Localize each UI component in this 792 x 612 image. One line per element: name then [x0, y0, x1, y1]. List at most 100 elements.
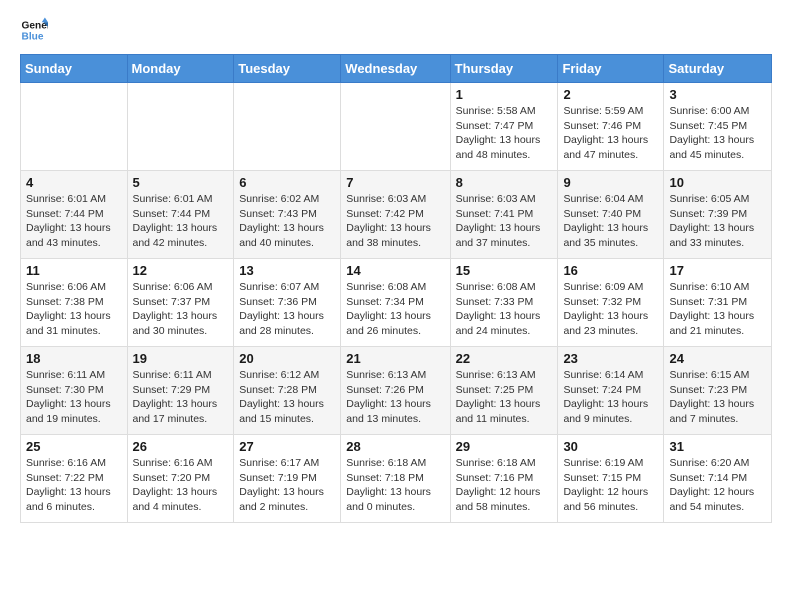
day-cell: 20 Sunrise: 6:12 AMSunset: 7:28 PMDayligh… [234, 347, 341, 435]
day-number: 15 [456, 263, 553, 278]
day-cell: 27Sunrise: 6:17 AMSunset: 7:19 PMDayligh… [234, 435, 341, 523]
day-number: 19 [133, 351, 229, 366]
day-cell: 3 Sunrise: 6:00 AMSunset: 7:45 PMDaylight… [664, 83, 772, 171]
day-cell: 14 Sunrise: 6:08 AMSunset: 7:34 PMDayligh… [341, 259, 450, 347]
day-info: Sunrise: 6:09 AMSunset: 7:32 PMDaylight:… [563, 280, 658, 339]
day-cell: 24 Sunrise: 6:15 AMSunset: 7:23 PMDayligh… [664, 347, 772, 435]
day-cell: 17Sunrise: 6:10 AMSunset: 7:31 PMDayligh… [664, 259, 772, 347]
week-row-3: 11 Sunrise: 6:06 AMSunset: 7:38 PMDayligh… [21, 259, 772, 347]
day-number: 12 [133, 263, 229, 278]
day-info: Sunrise: 6:18 AMSunset: 7:18 PMDaylight:… [346, 456, 444, 515]
week-row-5: 25 Sunrise: 6:16 AMSunset: 7:22 PMDayligh… [21, 435, 772, 523]
day-cell: 10Sunrise: 6:05 AMSunset: 7:39 PMDayligh… [664, 171, 772, 259]
day-info: Sunrise: 6:13 AMSunset: 7:26 PMDaylight:… [346, 368, 444, 427]
day-number: 29 [456, 439, 553, 454]
day-number: 22 [456, 351, 553, 366]
week-row-4: 18Sunrise: 6:11 AMSunset: 7:30 PMDayligh… [21, 347, 772, 435]
day-info: Sunrise: 6:17 AMSunset: 7:19 PMDaylight:… [239, 456, 335, 515]
logo-icon: General Blue [20, 16, 48, 44]
day-cell: 4 Sunrise: 6:01 AMSunset: 7:44 PMDaylight… [21, 171, 128, 259]
week-row-2: 4 Sunrise: 6:01 AMSunset: 7:44 PMDaylight… [21, 171, 772, 259]
day-info: Sunrise: 6:08 AMSunset: 7:34 PMDaylight:… [346, 280, 444, 339]
header-row: SundayMondayTuesdayWednesdayThursdayFrid… [21, 55, 772, 83]
day-cell: 16 Sunrise: 6:09 AMSunset: 7:32 PMDayligh… [558, 259, 664, 347]
day-number: 6 [239, 175, 335, 190]
day-number: 5 [133, 175, 229, 190]
day-number: 14 [346, 263, 444, 278]
day-cell: 9 Sunrise: 6:04 AMSunset: 7:40 PMDaylight… [558, 171, 664, 259]
day-cell: 2Sunrise: 5:59 AMSunset: 7:46 PMDaylight… [558, 83, 664, 171]
day-info: Sunrise: 6:11 AMSunset: 7:30 PMDaylight:… [26, 368, 122, 427]
day-info: Sunrise: 5:59 AMSunset: 7:46 PMDaylight:… [563, 104, 658, 163]
day-info: Sunrise: 6:12 AMSunset: 7:28 PMDaylight:… [239, 368, 335, 427]
day-cell: 15 Sunrise: 6:08 AMSunset: 7:33 PMDayligh… [450, 259, 558, 347]
day-number: 11 [26, 263, 122, 278]
day-info: Sunrise: 6:08 AMSunset: 7:33 PMDaylight:… [456, 280, 553, 339]
day-number: 25 [26, 439, 122, 454]
day-cell: 25 Sunrise: 6:16 AMSunset: 7:22 PMDayligh… [21, 435, 128, 523]
day-number: 30 [563, 439, 658, 454]
header-cell-friday: Friday [558, 55, 664, 83]
day-info: Sunrise: 5:58 AMSunset: 7:47 PMDaylight:… [456, 104, 553, 163]
day-info: Sunrise: 6:11 AMSunset: 7:29 PMDaylight:… [133, 368, 229, 427]
day-cell: 12 Sunrise: 6:06 AMSunset: 7:37 PMDayligh… [127, 259, 234, 347]
day-cell: 1 Sunrise: 5:58 AMSunset: 7:47 PMDaylight… [450, 83, 558, 171]
day-number: 23 [563, 351, 658, 366]
day-cell: 18Sunrise: 6:11 AMSunset: 7:30 PMDayligh… [21, 347, 128, 435]
day-number: 3 [669, 87, 766, 102]
header-cell-saturday: Saturday [664, 55, 772, 83]
day-info: Sunrise: 6:06 AMSunset: 7:38 PMDaylight:… [26, 280, 122, 339]
day-cell: 13 Sunrise: 6:07 AMSunset: 7:36 PMDayligh… [234, 259, 341, 347]
logo: General Blue [20, 16, 52, 44]
day-cell [127, 83, 234, 171]
day-cell: 5 Sunrise: 6:01 AMSunset: 7:44 PMDaylight… [127, 171, 234, 259]
day-number: 10 [669, 175, 766, 190]
day-number: 1 [456, 87, 553, 102]
day-info: Sunrise: 6:18 AMSunset: 7:16 PMDaylight:… [456, 456, 553, 515]
day-info: Sunrise: 6:10 AMSunset: 7:31 PMDaylight:… [669, 280, 766, 339]
day-number: 16 [563, 263, 658, 278]
header-cell-tuesday: Tuesday [234, 55, 341, 83]
day-cell: 29 Sunrise: 6:18 AMSunset: 7:16 PMDayligh… [450, 435, 558, 523]
day-number: 21 [346, 351, 444, 366]
day-info: Sunrise: 6:07 AMSunset: 7:36 PMDaylight:… [239, 280, 335, 339]
week-row-1: 1 Sunrise: 5:58 AMSunset: 7:47 PMDaylight… [21, 83, 772, 171]
day-cell [234, 83, 341, 171]
day-cell: 22Sunrise: 6:13 AMSunset: 7:25 PMDayligh… [450, 347, 558, 435]
day-number: 9 [563, 175, 658, 190]
day-info: Sunrise: 6:06 AMSunset: 7:37 PMDaylight:… [133, 280, 229, 339]
day-cell: 7 Sunrise: 6:03 AMSunset: 7:42 PMDaylight… [341, 171, 450, 259]
day-info: Sunrise: 6:02 AMSunset: 7:43 PMDaylight:… [239, 192, 335, 251]
day-cell [341, 83, 450, 171]
day-number: 28 [346, 439, 444, 454]
day-info: Sunrise: 6:16 AMSunset: 7:22 PMDaylight:… [26, 456, 122, 515]
day-cell: 8 Sunrise: 6:03 AMSunset: 7:41 PMDaylight… [450, 171, 558, 259]
header-cell-thursday: Thursday [450, 55, 558, 83]
day-number: 4 [26, 175, 122, 190]
day-info: Sunrise: 6:01 AMSunset: 7:44 PMDaylight:… [133, 192, 229, 251]
day-number: 26 [133, 439, 229, 454]
day-number: 8 [456, 175, 553, 190]
page-header: General Blue [20, 16, 772, 44]
day-cell: 21 Sunrise: 6:13 AMSunset: 7:26 PMDayligh… [341, 347, 450, 435]
day-number: 7 [346, 175, 444, 190]
header-cell-sunday: Sunday [21, 55, 128, 83]
day-info: Sunrise: 6:03 AMSunset: 7:41 PMDaylight:… [456, 192, 553, 251]
day-info: Sunrise: 6:15 AMSunset: 7:23 PMDaylight:… [669, 368, 766, 427]
svg-text:Blue: Blue [22, 31, 44, 42]
day-cell [21, 83, 128, 171]
day-number: 24 [669, 351, 766, 366]
day-cell: 23Sunrise: 6:14 AMSunset: 7:24 PMDayligh… [558, 347, 664, 435]
day-cell: 31Sunrise: 6:20 AMSunset: 7:14 PMDayligh… [664, 435, 772, 523]
day-cell: 26Sunrise: 6:16 AMSunset: 7:20 PMDayligh… [127, 435, 234, 523]
day-info: Sunrise: 6:01 AMSunset: 7:44 PMDaylight:… [26, 192, 122, 251]
day-cell: 19 Sunrise: 6:11 AMSunset: 7:29 PMDayligh… [127, 347, 234, 435]
day-info: Sunrise: 6:03 AMSunset: 7:42 PMDaylight:… [346, 192, 444, 251]
day-info: Sunrise: 6:20 AMSunset: 7:14 PMDaylight:… [669, 456, 766, 515]
day-info: Sunrise: 6:00 AMSunset: 7:45 PMDaylight:… [669, 104, 766, 163]
header-cell-monday: Monday [127, 55, 234, 83]
header-cell-wednesday: Wednesday [341, 55, 450, 83]
day-number: 13 [239, 263, 335, 278]
day-number: 20 [239, 351, 335, 366]
day-info: Sunrise: 6:04 AMSunset: 7:40 PMDaylight:… [563, 192, 658, 251]
